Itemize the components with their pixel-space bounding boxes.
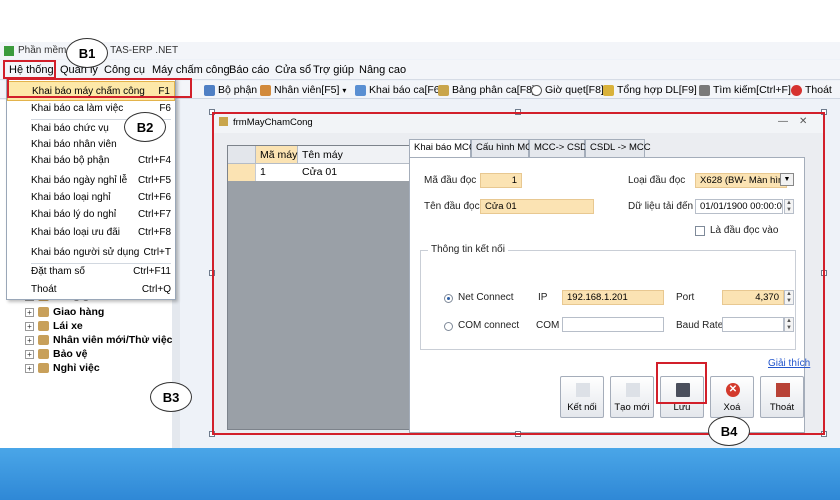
tree-item[interactable]: + Bảo vệ	[25, 348, 87, 360]
toolbar-thoat[interactable]: Thoát	[791, 83, 832, 97]
menu-item-khai-bao-nguoi-su-dung[interactable]: Khai báo người sử dụng Ctrl+T	[7, 243, 175, 263]
bottom-margin	[0, 448, 840, 500]
exit-icon	[791, 84, 802, 96]
group-icon	[38, 307, 49, 317]
summary-icon	[603, 84, 614, 96]
highlight-luu-button	[656, 362, 707, 404]
window-titlebar: Phần mềm c... động TAS-ERP .NET	[0, 42, 840, 59]
highlight-khai-bao-mcc	[7, 78, 192, 98]
menu-item-thoat[interactable]: Thoát Ctrl+Q	[7, 280, 175, 300]
toolbar-bang-phan-ca[interactable]: Bảng phân ca[F8]	[438, 83, 535, 97]
menu-item-khai-bao-bo-phan[interactable]: Khai báo bộ phận Ctrl+F4	[7, 151, 175, 171]
tree-item[interactable]: + Giao hàng	[25, 306, 104, 318]
menu-bar: Hệ thống Quản lý Công cụ Máy chấm công B…	[0, 60, 840, 80]
menu-bao-cao[interactable]: Báo cáo	[229, 64, 269, 76]
employee-icon	[260, 84, 271, 96]
toolbar-gio-quet[interactable]: Giờ quẹt[F8]	[531, 83, 604, 97]
toolbar-bo-phan[interactable]: Bộ phận	[204, 83, 257, 97]
group-icon	[38, 349, 49, 359]
toolbar-khai-bao-ca[interactable]: Khai báo ca[F6]	[355, 83, 443, 97]
callout-b4: B4	[708, 416, 750, 446]
highlight-form	[212, 112, 825, 435]
top-margin	[0, 0, 840, 40]
group-icon	[38, 335, 49, 345]
schedule-icon	[438, 84, 449, 96]
menu-cua-so[interactable]: Cửa sổ	[275, 64, 311, 76]
menu-item-khai-bao-loai-uu-dai[interactable]: Khai báo loại ưu đãi Ctrl+F8	[7, 223, 175, 243]
clock-icon	[531, 84, 542, 96]
tree-item[interactable]: + Nhân viên mới/Thử việc	[25, 334, 173, 346]
callout-b1: B1	[66, 38, 108, 68]
menu-item-khai-bao-ly-do-nghi[interactable]: Khai báo lý do nghỉ Ctrl+F7	[7, 205, 175, 225]
search-icon	[699, 84, 710, 96]
tree-item[interactable]: + Lái xe	[25, 320, 83, 332]
callout-b3: B3	[150, 382, 192, 412]
toolbar-tim-kiem[interactable]: Tìm kiếm[Ctrl+F]	[699, 83, 791, 97]
highlight-he-thong	[3, 60, 56, 79]
callout-b2: B2	[124, 112, 166, 142]
menu-item-dat-tham-so[interactable]: Đặt tham số Ctrl+F11	[7, 262, 175, 282]
shift-icon	[355, 84, 366, 96]
group-icon	[38, 363, 49, 373]
menu-nang-cao[interactable]: Nâng cao	[359, 64, 406, 76]
toolbar-nhan-vien[interactable]: Nhân viên[F5] ▾	[260, 83, 346, 97]
menu-may-cham-cong[interactable]: Máy chấm công	[152, 64, 230, 76]
menu-cong-cu[interactable]: Công cụ	[104, 64, 145, 76]
menu-tro-giup[interactable]: Trợ giúp	[313, 64, 354, 76]
he-thong-dropdown: Khai báo máy chấm công F1 Khai báo ca làm…	[6, 78, 176, 300]
toolbar-tong-hop[interactable]: Tổng hợp DL[F9]	[603, 83, 697, 97]
department-icon	[204, 84, 215, 96]
app-icon	[4, 46, 14, 56]
group-icon	[38, 321, 49, 331]
tree-item[interactable]: + Nghỉ việc	[25, 362, 100, 374]
